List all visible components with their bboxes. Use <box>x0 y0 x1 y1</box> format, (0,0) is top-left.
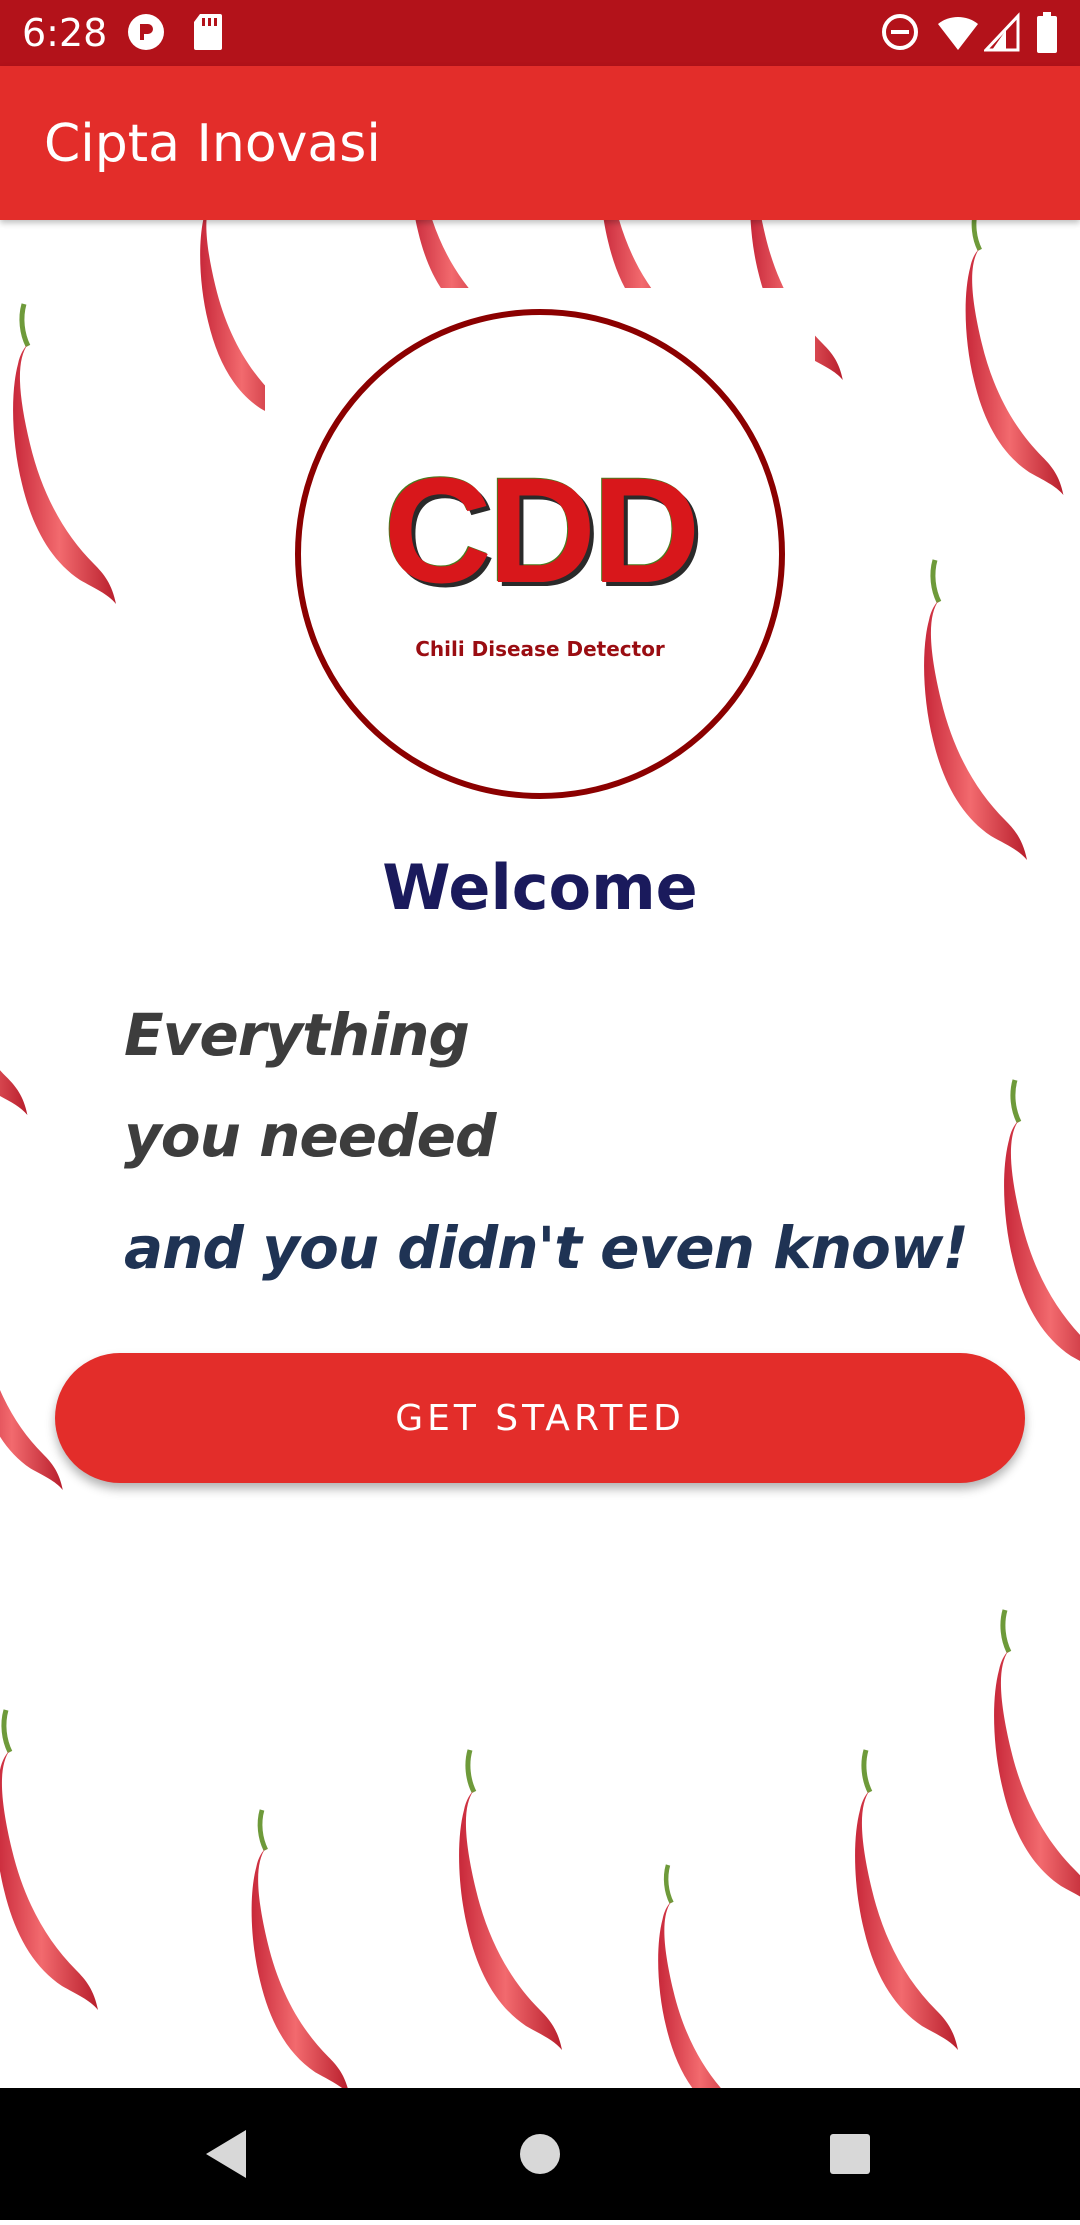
app-bar: Cipta Inovasi <box>0 66 1080 220</box>
navigation-bar <box>0 2088 1080 2220</box>
cell-signal-icon <box>984 12 1020 52</box>
tagline-line-1: Everything <box>124 1001 470 1069</box>
wifi-icon <box>938 16 978 50</box>
app-notification-icon <box>128 14 164 50</box>
back-icon <box>206 2130 246 2178</box>
status-time: 6:28 <box>22 11 108 55</box>
logo-subtitle: Chili Disease Detector <box>415 637 665 661</box>
home-button[interactable] <box>480 2088 600 2220</box>
logo-text: CDD <box>383 446 701 614</box>
back-button[interactable] <box>166 2088 286 2220</box>
app-title: Cipta Inovasi <box>44 114 381 174</box>
welcome-heading: Welcome <box>382 851 698 924</box>
home-icon <box>520 2134 560 2174</box>
tagline-line-3: and you didn't even know! <box>124 1214 969 1282</box>
recents-button[interactable] <box>790 2088 910 2220</box>
battery-icon <box>1037 12 1057 53</box>
recents-icon <box>830 2134 870 2174</box>
get-started-button[interactable]: GET STARTED <box>55 1353 1025 1483</box>
app-logo: CDD Chili Disease Detector <box>295 309 785 799</box>
status-bar: 6:28 <box>0 0 1080 66</box>
tagline-line-2: you needed <box>124 1102 496 1170</box>
do-not-disturb-icon <box>882 14 918 50</box>
sd-card-icon <box>194 14 222 50</box>
